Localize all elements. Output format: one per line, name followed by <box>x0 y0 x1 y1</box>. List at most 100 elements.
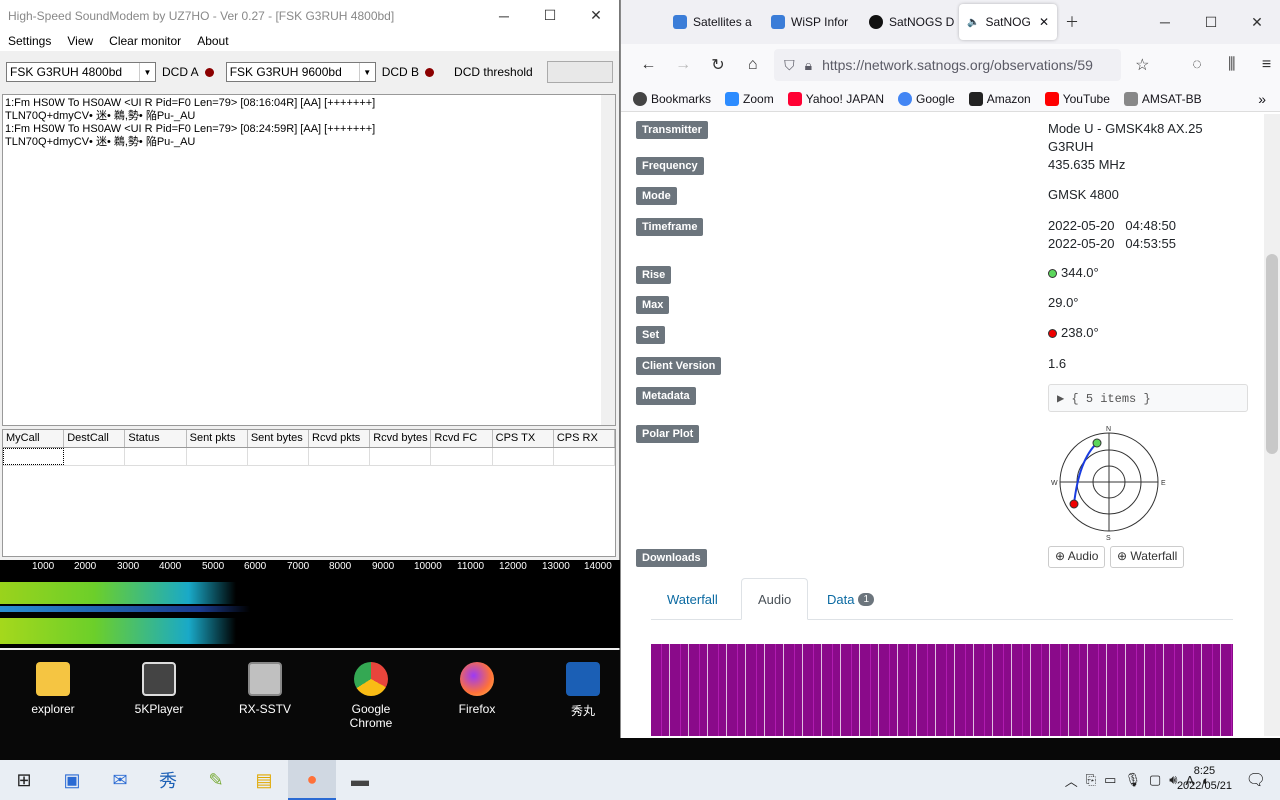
bookmark-label: Yahoo! JAPAN <box>805 91 884 106</box>
control-panel-icon[interactable]: ▣ <box>48 760 96 800</box>
tab-satnogs-network[interactable]: 🔈 SatNOG ✕ <box>959 4 1057 40</box>
col-rcvd-bytes[interactable]: Rcvd bytes <box>370 430 432 447</box>
scale-tick: 14000 <box>584 561 612 572</box>
menu-icon[interactable]: ≡ <box>1253 51 1280 79</box>
page-scrollbar[interactable] <box>1264 114 1280 736</box>
lock-icon[interactable]: 🔒︎ <box>805 57 812 74</box>
bookmark-amazon[interactable]: Amazon <box>968 91 1031 106</box>
notepad-icon[interactable]: ✎ <box>192 760 240 800</box>
more-bookmarks-icon[interactable]: » <box>1258 91 1266 107</box>
hidemaru-desktop-icon[interactable]: 秀丸 <box>543 662 623 719</box>
tab-audio[interactable]: Audio <box>741 578 809 620</box>
5kplayer-desktop-icon[interactable]: 5KPlayer <box>119 662 199 716</box>
monitor-pane[interactable]: 1:Fm HS0W To HS0AW <UI R Pid=F0 Len=79> … <box>2 94 616 426</box>
minimize-icon[interactable]: ─ <box>481 0 527 31</box>
dcd-threshold-slider[interactable] <box>546 61 613 83</box>
rise-value: 344.0° <box>1061 265 1099 280</box>
network-icon[interactable]: ▢ <box>1149 772 1161 788</box>
desktop-icon-label: RX-SSTV <box>238 702 291 716</box>
download-waterfall-label: Waterfall <box>1130 549 1178 563</box>
bookmark-youtube[interactable]: YouTube <box>1044 91 1110 106</box>
close-icon[interactable]: ✕ <box>1234 7 1280 38</box>
bookmark-google[interactable]: Google <box>897 91 955 106</box>
maximize-icon[interactable]: ☐ <box>527 0 573 31</box>
notification-icon[interactable]: 🗨︎ <box>1246 770 1266 790</box>
close-tab-icon[interactable]: ✕ <box>1039 15 1049 29</box>
col-cps-rx[interactable]: CPS RX <box>554 430 616 447</box>
col-status[interactable]: Status <box>125 430 187 447</box>
rxsstv-desktop-icon[interactable]: RX-SSTV <box>225 662 305 716</box>
usb-icon[interactable]: ⎘ <box>1086 772 1096 788</box>
modem-a-select[interactable]: FSK G3RUH 4800bd ▼ <box>6 62 156 82</box>
back-icon[interactable]: ← <box>635 51 662 79</box>
timeframe-label: Timeframe <box>636 218 704 236</box>
taskbar-clock[interactable]: 8:25 2022/05/21 <box>1177 764 1232 794</box>
metadata-json-toggle[interactable]: ▶ { 5 items } <box>1048 384 1248 412</box>
firefox-desktop-icon[interactable]: Firefox <box>437 662 517 716</box>
client-version-value: 1.6 <box>1048 356 1067 371</box>
col-sent-pkts[interactable]: Sent pkts <box>187 430 248 447</box>
bookmark-label: Zoom <box>743 91 774 106</box>
windows-start-icon[interactable]: ⊞ <box>0 760 48 800</box>
close-icon[interactable]: ✕ <box>573 0 619 31</box>
mail-icon[interactable]: ✉ <box>96 760 144 800</box>
pocket-icon[interactable]: ◌ <box>1184 51 1211 79</box>
speaker-icon[interactable]: 🔈 <box>967 17 979 28</box>
col-destcall[interactable]: DestCall <box>64 430 126 447</box>
tab-waterfall[interactable]: Waterfall <box>651 578 734 620</box>
polar-track <box>1073 442 1098 505</box>
col-rcvd-fc[interactable]: Rcvd FC <box>431 430 493 447</box>
menu-about[interactable]: About <box>189 34 236 48</box>
scale-tick: 8000 <box>329 561 352 572</box>
new-tab-icon[interactable]: ＋ <box>1057 7 1087 38</box>
soundmodem-taskbar-icon[interactable]: ▬ <box>336 760 384 800</box>
download-audio-button[interactable]: ⊕ Audio <box>1048 546 1106 568</box>
folder-icon[interactable]: ▤ <box>240 760 288 800</box>
bookmark-yahoo[interactable]: Yahoo! JAPAN <box>787 91 884 106</box>
monitor-scrollbar[interactable] <box>601 95 615 425</box>
desktop-icon-label: explorer <box>31 702 75 716</box>
col-rcvd-pkts[interactable]: Rcvd pkts <box>309 430 371 447</box>
tab-satellites[interactable]: Satellites a <box>665 4 763 40</box>
menu-view[interactable]: View <box>59 34 101 48</box>
tab-wisp[interactable]: WiSP Infor <box>763 4 861 40</box>
hidemaru-taskbar-icon[interactable]: 秀 <box>144 760 192 800</box>
dcd-a-led-icon <box>204 67 214 77</box>
firefox-taskbar-icon[interactable]: ● <box>288 760 336 800</box>
shield-icon[interactable]: ⛉ <box>784 57 795 74</box>
rise-dot-icon <box>1048 269 1057 279</box>
menu-clear-monitor[interactable]: Clear monitor <box>101 34 189 48</box>
bookmark-bookmarks[interactable]: Bookmarks <box>633 91 711 106</box>
globe-icon <box>633 91 647 106</box>
modem-b-select[interactable]: FSK G3RUH 9600bd ▼ <box>225 62 376 82</box>
download-waterfall-button[interactable]: ⊕ Waterfall <box>1110 546 1185 568</box>
tab-satnogs-db[interactable]: SatNOGS D <box>861 4 959 40</box>
maximize-icon[interactable]: ☐ <box>1188 7 1234 38</box>
home-icon[interactable]: ⌂ <box>739 51 766 79</box>
scale-tick: 3000 <box>117 561 140 572</box>
microphone-icon[interactable]: 🎙︎ <box>1124 772 1141 788</box>
soundmodem-titlebar[interactable]: High-Speed SoundModem by UZ7HO - Ver 0.2… <box>0 0 619 31</box>
tab-data[interactable]: Data 1 <box>811 578 890 620</box>
explorer-desktop-icon[interactable]: explorer <box>13 662 93 716</box>
menu-settings[interactable]: Settings <box>0 34 59 48</box>
url-bar[interactable]: ⛉ 🔒︎ https://network.satnogs.org/observa… <box>774 49 1121 81</box>
bookmark-amsat[interactable]: AMSAT-BB <box>1123 91 1202 106</box>
chrome-desktop-icon[interactable]: Google Chrome <box>331 662 411 730</box>
audio-spectrogram[interactable] <box>651 644 1233 736</box>
minimize-icon[interactable]: ─ <box>1142 7 1188 38</box>
col-cps-tx[interactable]: CPS TX <box>493 430 554 447</box>
bookmark-star-icon[interactable]: ☆ <box>1129 51 1156 79</box>
battery-icon[interactable]: ▭ <box>1104 772 1116 788</box>
table-row[interactable] <box>3 448 615 466</box>
chevron-up-icon[interactable]: ︿ <box>1065 771 1078 790</box>
waterfall-display[interactable] <box>0 578 620 648</box>
col-mycall[interactable]: MyCall <box>3 430 65 447</box>
scroll-thumb[interactable] <box>1266 254 1278 454</box>
bookmark-zoom[interactable]: Zoom <box>725 91 774 106</box>
monitor-line: TLN70Q+dmyCV• 迷• 鵜,勢• 陥Pu-_AU <box>5 110 196 122</box>
col-sent-bytes[interactable]: Sent bytes <box>248 430 310 447</box>
forward-icon[interactable]: → <box>670 51 697 79</box>
reload-icon[interactable]: ↻ <box>705 51 732 79</box>
library-icon[interactable]: ⫼ <box>1218 51 1245 79</box>
